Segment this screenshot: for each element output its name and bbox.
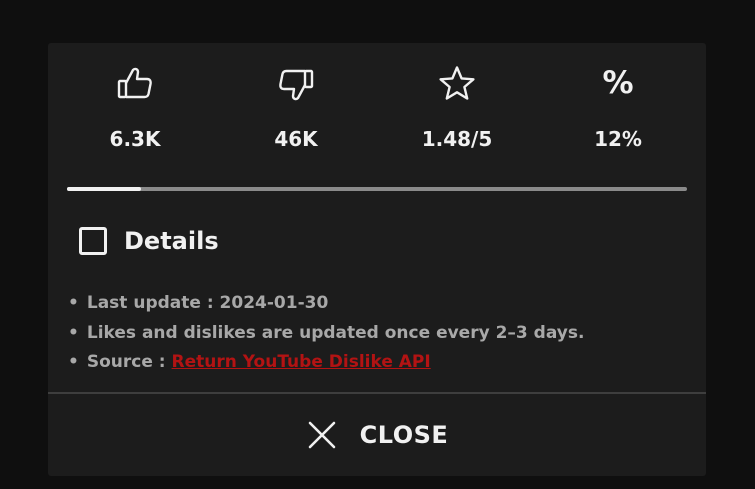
source-link[interactable]: Return YouTube Dislike API (172, 352, 431, 372)
stats-row: 6.3K 46K 1.48/5 % 12% (48, 43, 706, 173)
like-ratio-fill (67, 187, 142, 191)
list-item: • Likes and dislikes are updated once eve… (68, 322, 585, 343)
list-item: • Source : Return YouTube Dislike API (68, 352, 431, 372)
percent-stat: % 12% (558, 43, 678, 173)
dislikes-stat: 46K (236, 43, 356, 173)
likes-stat: 6.3K (75, 43, 195, 173)
list-item: • Last update : 2024-01-30 (68, 293, 329, 313)
details-toggle[interactable]: Details (79, 224, 219, 258)
thumbs-up-icon (115, 64, 155, 104)
percent-icon: % (602, 65, 634, 101)
like-ratio-bar (67, 187, 687, 191)
percent-value: 12% (594, 127, 642, 151)
last-update-text: Last update : 2024-01-30 (86, 293, 329, 313)
rating-stat: 1.48/5 (397, 43, 517, 173)
likes-count: 6.3K (109, 127, 161, 151)
thumbs-down-icon (276, 64, 316, 104)
rating-value: 1.48/5 (421, 127, 493, 151)
close-button[interactable]: CLOSE (48, 394, 706, 476)
dislikes-count: 46K (274, 127, 318, 151)
star-icon (437, 64, 477, 104)
stats-dialog: 6.3K 46K 1.48/5 % 12% Details • Last upd… (48, 43, 706, 476)
source-prefix: Source : (86, 352, 172, 372)
details-label: Details (124, 227, 219, 255)
update-frequency-text: Likes and dislikes are updated once ever… (86, 322, 585, 343)
details-checkbox[interactable] (79, 227, 107, 255)
close-icon (306, 419, 338, 451)
info-list: • Last update : 2024-01-30 • Likes and dis… (68, 289, 688, 378)
close-label: CLOSE (359, 421, 449, 449)
